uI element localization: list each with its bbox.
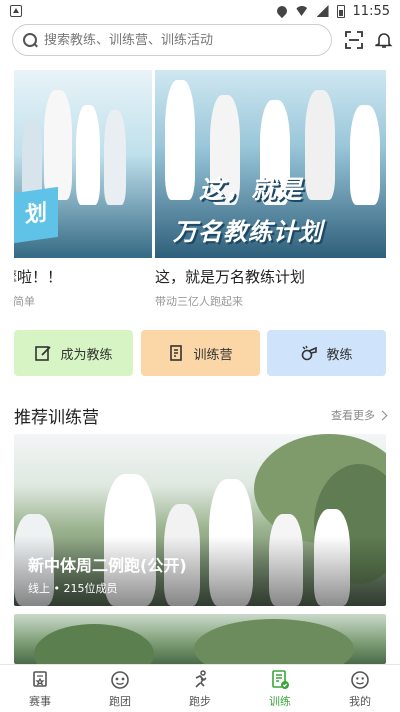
banner-art-text: 划	[14, 186, 58, 244]
banner-caption-1[interactable]: 摩啦！！ 比简单	[14, 266, 152, 309]
nav-item-profile[interactable]: 我的	[320, 665, 400, 712]
action-buttons: 成为教练 训练营 教练	[14, 330, 386, 376]
location-icon	[274, 3, 289, 19]
nav-label: 训练	[269, 694, 291, 708]
bottom-nav: 赛事 跑团 跑步 训练 我的	[0, 664, 400, 712]
section-title: 推荐训练营	[14, 407, 99, 428]
wifi-icon	[294, 6, 309, 16]
nav-item-events[interactable]: 赛事	[0, 665, 80, 712]
tree-shape	[34, 624, 154, 664]
nav-label: 跑团	[109, 694, 131, 708]
nav-item-groups[interactable]: 跑团	[80, 665, 160, 712]
status-time: 11:55	[352, 3, 390, 19]
runner-figure	[350, 105, 380, 205]
recommended-section-header: 推荐训练营 查看更多	[14, 404, 388, 428]
runner-figure	[104, 110, 126, 205]
signal-icon	[316, 5, 329, 17]
coach-button[interactable]: 教练	[267, 330, 386, 376]
battery-icon	[336, 4, 345, 18]
banner-caption-title: 摩啦！！	[14, 268, 63, 286]
search-row	[12, 24, 393, 56]
nav-item-training[interactable]: 训练	[240, 665, 320, 712]
runner-icon	[195, 669, 207, 688]
banner-caption-title: 这，就是万名教练计划	[155, 268, 306, 286]
action-label: 成为教练	[60, 347, 113, 363]
runner-figure	[44, 90, 72, 200]
medal-icon	[33, 670, 47, 687]
training-icon	[272, 669, 289, 689]
nav-item-run[interactable]: 跑步	[160, 665, 240, 712]
group-icon	[111, 670, 129, 689]
camp-card[interactable]: 新中体周二例跑(公开) 线上 • 215位成员	[14, 434, 386, 606]
banner-carousel[interactable]: 划 这，就是 万名教练计划	[14, 70, 386, 258]
banner-slide-1[interactable]: 划	[14, 70, 152, 258]
camp-title: 新中体周二例跑(公开)	[28, 556, 187, 575]
whistle-icon	[302, 345, 318, 361]
nav-label: 跑步	[189, 694, 211, 708]
runner-figure	[305, 90, 335, 200]
action-label: 教练	[326, 347, 353, 363]
camp-card[interactable]	[14, 614, 386, 664]
nav-label: 我的	[349, 694, 371, 708]
document-icon	[170, 345, 183, 361]
runner-figure	[165, 80, 195, 200]
action-label: 训练营	[193, 347, 233, 363]
edit-icon	[35, 346, 52, 361]
search-box[interactable]	[12, 24, 332, 56]
tree-shape	[194, 619, 354, 664]
banner-slide-2[interactable]: 这，就是 万名教练计划	[155, 70, 386, 258]
scan-icon[interactable]	[345, 31, 363, 49]
notification-app-icon	[10, 5, 22, 17]
search-icon	[23, 32, 38, 48]
status-bar: 11:55	[0, 0, 400, 22]
camp-meta: 线上 • 215位成员	[28, 582, 118, 595]
see-more-link[interactable]: 查看更多	[331, 407, 388, 423]
become-coach-button[interactable]: 成为教练	[14, 330, 133, 376]
search-input[interactable]	[44, 32, 321, 48]
chevron-right-icon	[377, 410, 388, 420]
banner-art-line2: 万名教练计划	[173, 218, 323, 246]
banner-caption-2[interactable]: 这，就是万名教练计划 带动三亿人跑起来	[155, 266, 386, 309]
banner-caption-subtitle: 带动三亿人跑起来	[155, 295, 243, 308]
app-screen: 11:55 划	[0, 0, 400, 712]
profile-icon	[351, 670, 369, 689]
see-more-label: 查看更多	[331, 409, 375, 422]
banner-caption-subtitle: 比简单	[14, 295, 35, 308]
banner-art-line1: 这，就是	[199, 175, 304, 204]
banner-captions: 摩啦！！ 比简单 这，就是万名教练计划 带动三亿人跑起来	[14, 266, 386, 309]
training-camp-button[interactable]: 训练营	[140, 330, 260, 376]
runner-figure	[76, 105, 100, 205]
bell-icon[interactable]	[375, 31, 393, 49]
nav-label: 赛事	[29, 694, 51, 708]
